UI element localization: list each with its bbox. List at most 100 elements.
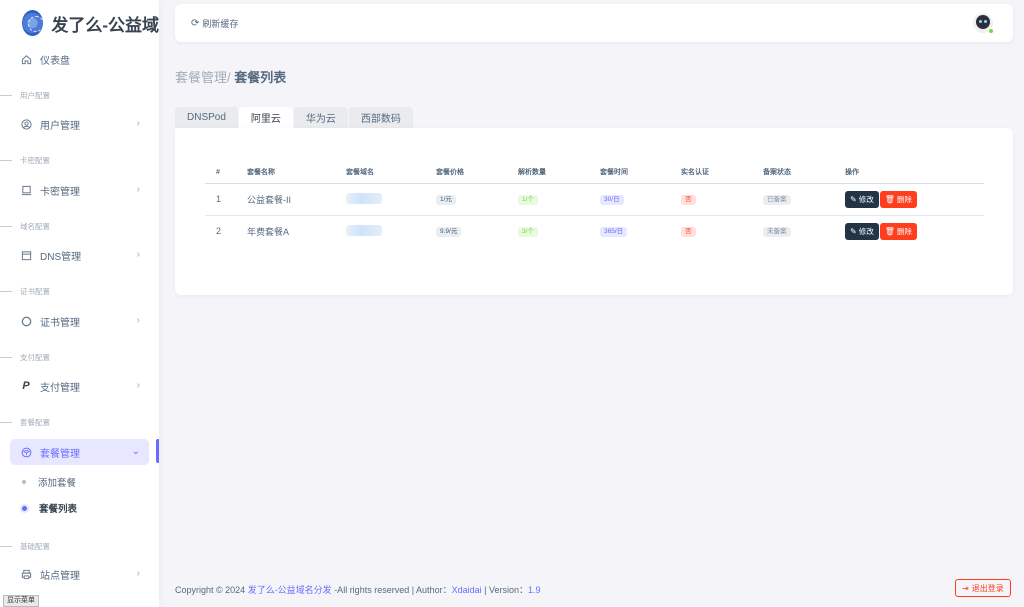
tab-west[interactable]: 西部数码: [348, 107, 413, 128]
column-header-time: 套餐时间: [600, 162, 681, 184]
chevron-right-icon: ›: [136, 249, 140, 260]
footer: Copyright © 2024 发了么-公益域名分发 -All rights …: [175, 583, 540, 596]
plan-domain-redacted: [346, 192, 382, 204]
brand[interactable]: 发了么-公益域: [0, 0, 159, 46]
count-badge: 3/个: [518, 227, 538, 238]
chevron-right-icon: ›: [136, 184, 140, 195]
chevron-right-icon: ›: [136, 315, 140, 326]
icp-status-badge: 已备案: [763, 195, 791, 205]
sidebar-item-cards[interactable]: 卡密管理 ›: [10, 177, 149, 203]
price-badge: 9.9/元: [436, 227, 462, 238]
table-header-row: # 套餐名称 套餐域名 套餐价格 解析数量 套餐时间 实名认证 备案状态 操作: [205, 162, 984, 184]
footer-copyright: Copyright © 2024: [175, 585, 248, 595]
edit-button[interactable]: ✎ 修改: [845, 222, 879, 240]
footer-author-link[interactable]: Xdaidai: [452, 585, 482, 595]
realname-badge: 否: [681, 227, 696, 238]
column-header-actions: 操作: [845, 162, 984, 184]
sidebar-item-label: 卡密管理: [40, 186, 80, 198]
column-header-name: 套餐名称: [247, 162, 346, 184]
plan-table: # 套餐名称 套餐域名 套餐价格 解析数量 套餐时间 实名认证 备案状态 操作 …: [205, 162, 984, 247]
package-icon: [20, 446, 32, 458]
column-header-realname: 实名认证: [681, 162, 763, 184]
online-status-dot: [988, 28, 994, 34]
refresh-cache-label: 刷新缓存: [202, 18, 239, 29]
sidebar-item-site[interactable]: 站点管理 ›: [10, 561, 149, 587]
table-row: 2 年费套餐A 9.9/元 3/个 365/日 否 未备案 ✎ 修改 🗑 删除: [205, 215, 984, 247]
sidebar-item-pay[interactable]: P 支付管理 ›: [10, 373, 149, 399]
chevron-down-icon: ⌄: [131, 446, 140, 457]
footer-rights: -All rights reserved | Author：: [331, 585, 452, 595]
sidebar-item-label: 用户管理: [40, 120, 80, 132]
sidebar-item-label: 站点管理: [40, 570, 80, 582]
delete-button[interactable]: 🗑 删除: [879, 222, 917, 240]
menu-header-domain: 域名配置: [0, 221, 50, 232]
count-badge: 1/个: [518, 195, 538, 205]
sidebar-item-cert[interactable]: 证书管理 ›: [10, 308, 149, 334]
topbar: ⟳ 刷新缓存: [175, 4, 1013, 42]
circle-icon: [20, 315, 32, 327]
edit-icon: ✎: [850, 226, 857, 236]
menu-header-cert: 证书配置: [0, 286, 50, 297]
edit-icon: ✎: [850, 194, 857, 204]
brand-name: 发了么-公益域: [51, 15, 159, 35]
sidebar-item-label: 证书管理: [40, 317, 80, 329]
plan-list-card: # 套餐名称 套餐域名 套餐价格 解析数量 套餐时间 实名认证 备案状态 操作 …: [175, 128, 1013, 295]
edit-button[interactable]: ✎ 修改: [845, 190, 879, 208]
menu-header-card: 卡密配置: [0, 155, 50, 166]
page-title: 套餐列表: [234, 70, 287, 85]
sidebar-item-label: DNS管理: [40, 251, 82, 263]
avatar[interactable]: [973, 13, 994, 34]
time-badge: 30/日: [600, 195, 624, 205]
logout-button[interactable]: ⇥ 退出登录: [955, 579, 1011, 597]
bullet-icon: [22, 480, 26, 484]
column-header-count: 解析数量: [518, 162, 600, 184]
active-indicator: [156, 439, 159, 463]
monitor-icon: [20, 184, 32, 196]
sidebar-subitem-label: 套餐列表: [39, 504, 78, 515]
logout-icon: ⇥: [962, 583, 969, 593]
sidebar-subitem-add-plan[interactable]: 添加套餐: [22, 475, 76, 489]
column-header-index: #: [205, 162, 247, 184]
chevron-right-icon: ›: [136, 118, 140, 129]
sidebar-item-users[interactable]: 用户管理 ›: [10, 111, 149, 137]
paypal-icon: P: [22, 380, 30, 392]
provider-tabs: DNSPod 阿里云 华为云 西部数码: [175, 107, 414, 128]
tab-aliyun[interactable]: 阿里云: [238, 107, 293, 128]
show-menu-button[interactable]: 显示菜单: [3, 595, 39, 607]
footer-site-link[interactable]: 发了么-公益域名分发: [248, 585, 332, 595]
menu-header-plan: 套餐配置: [0, 417, 50, 428]
plan-domain-redacted: [346, 224, 382, 236]
sidebar-subitem-plan-list[interactable]: 套餐列表: [22, 501, 77, 515]
plan-name: 年费套餐A: [247, 226, 290, 237]
refresh-icon: ⟳: [191, 17, 200, 29]
trash-icon: 🗑: [884, 194, 895, 204]
delete-button[interactable]: 🗑 删除: [879, 190, 917, 208]
breadcrumb-parent[interactable]: 套餐管理/: [175, 70, 231, 85]
chevron-right-icon: ›: [136, 380, 140, 391]
sidebar-item-dashboard[interactable]: 仪表盘: [10, 46, 149, 72]
column-header-price: 套餐价格: [436, 162, 518, 184]
sidebar-item-dns[interactable]: DNS管理 ›: [10, 242, 149, 268]
sidebar-item-label: 支付管理: [40, 382, 80, 394]
sidebar-item-label: 仪表盘: [40, 55, 70, 67]
icp-status-badge: 未备案: [763, 227, 791, 238]
tab-huaweicloud[interactable]: 华为云: [293, 107, 348, 128]
user-circle-icon: [20, 118, 32, 130]
time-badge: 365/日: [600, 227, 628, 238]
row-index: 1: [205, 183, 247, 216]
menu-header-basic: 基础配置: [0, 541, 50, 552]
brand-logo-icon: [22, 10, 45, 36]
bullet-icon: [22, 505, 27, 511]
breadcrumb: 套餐管理/ 套餐列表: [175, 67, 286, 86]
price-badge: 1/元: [436, 195, 456, 205]
trash-icon: 🗑: [884, 226, 895, 236]
plan-name: 公益套餐-II: [247, 183, 346, 216]
menu-header-user: 用户配置: [0, 90, 50, 101]
footer-version-label: | Version：: [481, 585, 528, 595]
column-header-icp: 备案状态: [763, 162, 845, 184]
tab-dnspod[interactable]: DNSPod: [175, 107, 238, 128]
sidebar-item-plans[interactable]: 套餐管理 ⌄: [10, 439, 149, 465]
refresh-cache-button[interactable]: ⟳ 刷新缓存: [191, 17, 238, 30]
sidebar-item-label: 套餐管理: [40, 448, 80, 460]
menu-header-pay: 支付配置: [0, 352, 50, 363]
